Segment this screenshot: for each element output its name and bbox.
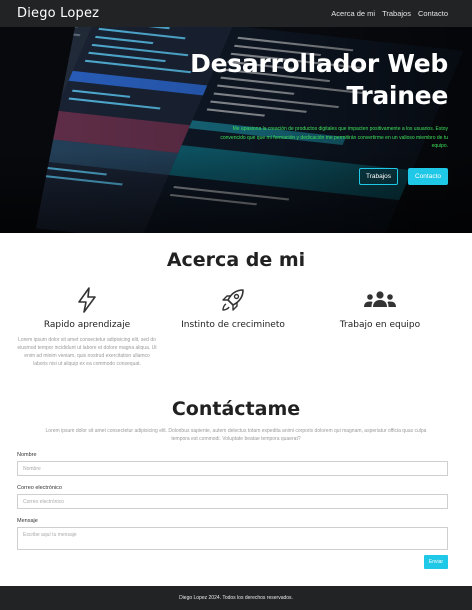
- name-label: Nombre: [17, 452, 37, 458]
- name-placeholder: Nombre: [23, 465, 41, 472]
- hero-buttons: Trabajos Contacto: [359, 168, 448, 185]
- feature-title: Instinto de crecimineto: [181, 320, 285, 330]
- people-group-icon: [310, 285, 450, 315]
- navbar: Diego Lopez Acerca de mi Trabajos Contac…: [0, 0, 472, 27]
- hero-description: Me apasiona la creación de productos dig…: [220, 126, 448, 149]
- feature-fast-learning: Rapido aprendizaje Lorem ipsum dolor sit…: [17, 285, 157, 368]
- email-field[interactable]: Correo electrónico: [17, 494, 448, 509]
- email-label: Correo electrónico: [17, 485, 62, 491]
- hero-section: Desarrollador Web Trainee Me apasiona la…: [0, 27, 472, 233]
- hero-title: Desarrollador Web Trainee: [190, 49, 448, 110]
- send-button[interactable]: Enviar: [424, 555, 448, 569]
- contact-button[interactable]: Contacto: [408, 168, 448, 185]
- brand-logo[interactable]: Diego Lopez: [17, 6, 99, 21]
- about-title: Acerca de mi: [166, 249, 306, 271]
- message-label: Mensaje: [17, 518, 38, 524]
- contact-intro: Lorem ipsum dolor sit amet consectetur a…: [45, 428, 427, 442]
- message-field[interactable]: Escribe aquí tu mensaje: [17, 527, 448, 550]
- footer-text: Diego Lopez 2024. Todos los derechos res…: [179, 595, 293, 601]
- works-button[interactable]: Trabajos: [359, 168, 398, 185]
- nav-link-contact[interactable]: Contacto: [418, 9, 448, 18]
- name-field[interactable]: Nombre: [17, 461, 448, 476]
- lightning-icon: [17, 285, 157, 315]
- feature-growth-instinct: Instinto de crecimineto: [163, 285, 303, 330]
- feature-title: Trabajo en equipo: [339, 320, 421, 330]
- message-placeholder: Escribe aquí tu mensaje: [23, 532, 77, 538]
- feature-title: Rapido aprendizaje: [43, 320, 131, 330]
- email-placeholder: Correo electrónico: [23, 498, 64, 505]
- contact-title: Contáctame: [171, 398, 301, 420]
- rocket-icon: [163, 285, 303, 315]
- footer: Diego Lopez 2024. Todos los derechos res…: [0, 586, 472, 610]
- feature-text: Lorem ipsum dolor sit amet consectetur a…: [17, 337, 157, 367]
- feature-teamwork: Trabajo en equipo: [310, 285, 450, 330]
- nav-link-about[interactable]: Acerca de mi: [331, 9, 375, 18]
- nav-link-works[interactable]: Trabajos: [382, 9, 411, 18]
- nav-links: Acerca de mi Trabajos Contacto: [331, 9, 448, 18]
